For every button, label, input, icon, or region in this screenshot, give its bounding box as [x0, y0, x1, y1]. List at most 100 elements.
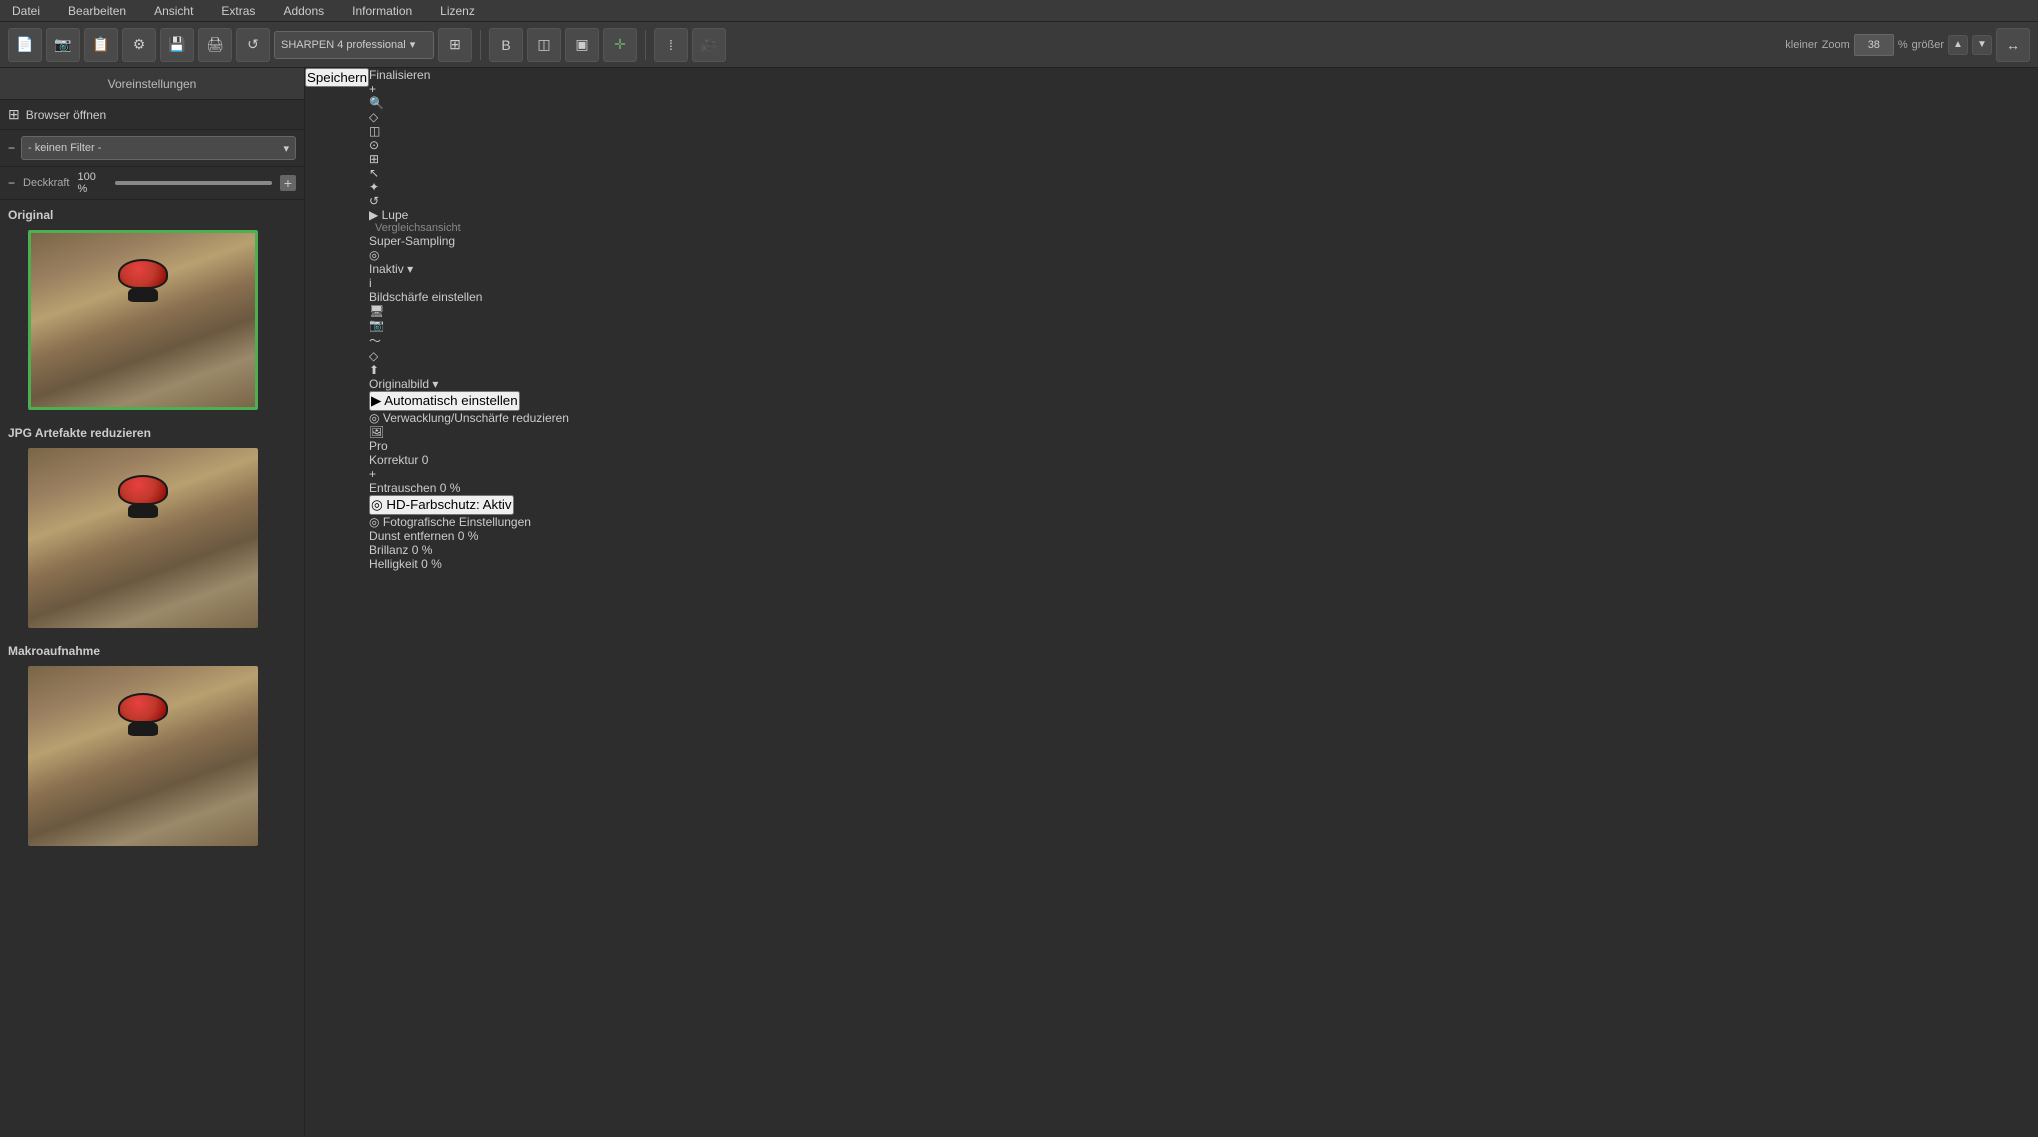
preset-jpg-label: JPG Artefakte reduzieren [8, 426, 296, 440]
super-sampling-info-btn[interactable]: i [369, 276, 569, 290]
minus-icon: − [8, 141, 15, 155]
blur-btn-active[interactable]: 🖼 [369, 425, 569, 439]
minus-opacity-icon: − [8, 176, 15, 190]
view-btn3[interactable]: ▣ [565, 28, 599, 62]
preset-item-jpg: JPG Artefakte reduzieren [8, 426, 296, 628]
zoom-area: kleiner Zoom % größer ▲ ▼ ↔ [1785, 28, 2030, 62]
save-file-btn[interactable]: 💾 [160, 28, 194, 62]
cam-btn[interactable]: 🎥 [692, 28, 726, 62]
copy-btn[interactable]: 📋 [84, 28, 118, 62]
source-label: Originalbild [369, 377, 429, 391]
rt-add-btn[interactable]: + [369, 82, 569, 96]
photo-header: ◎ Fotografische Einstellungen [369, 515, 569, 529]
browser-open-btn[interactable]: Browser öffnen [26, 108, 107, 122]
menu-information[interactable]: Information [348, 2, 416, 20]
menu-datei[interactable]: Datei [8, 2, 44, 20]
entrauschen-value: 0 [440, 481, 447, 495]
sharp-btn-arrow[interactable]: ⬆ [369, 363, 569, 377]
rt-diamond-btn[interactable]: ◇ [369, 110, 569, 124]
open-file-btn[interactable]: 📄 [8, 28, 42, 62]
preset-header: Voreinstellungen [0, 68, 304, 100]
filter-dropdown[interactable]: - keinen Filter - ▾ [21, 136, 296, 160]
entrauschen-label: Entrauschen [369, 481, 436, 495]
sharp-btn-monitor[interactable]: 🖥 [369, 304, 569, 318]
view-btn2[interactable]: ◫ [527, 28, 561, 62]
korrektur-label: Korrektur [369, 453, 418, 467]
separator-2 [645, 30, 646, 60]
refresh-btn[interactable]: ↺ [236, 28, 270, 62]
lupe-section: ▶ Lupe Vergleichsansicht [369, 208, 569, 234]
opacity-slider[interactable] [115, 181, 272, 185]
dots-btn[interactable]: ⁞ [654, 28, 688, 62]
photo-icon: ◎ [369, 515, 379, 529]
zoom-input[interactable] [1854, 34, 1894, 56]
sharp-btn-wave[interactable]: 〜 [369, 332, 569, 349]
helligkeit-slider-row: Helligkeit 0 % [369, 557, 569, 571]
plugin-label: SHARPEN 4 professional [281, 39, 406, 51]
source-dropdown[interactable]: Originalbild ▾ [369, 377, 569, 391]
camera-btn[interactable]: 📷 [46, 28, 80, 62]
canvas-area: Speichern [305, 68, 369, 1137]
dunst-value: 0 [458, 529, 465, 543]
preset-original-label: Original [8, 208, 296, 222]
photo-title: Fotografische Einstellungen [383, 515, 531, 529]
compare-label: Vergleichsansicht [375, 222, 461, 234]
super-sampling-value: Inaktiv [369, 262, 404, 276]
preset-thumbnail-jpg[interactable] [28, 448, 258, 628]
menu-lizenz[interactable]: Lizenz [436, 2, 479, 20]
info-icon: i [369, 276, 372, 290]
korrektur-value: 0 [422, 453, 429, 467]
super-sampling-dropdown[interactable]: Inaktiv ▾ [369, 262, 569, 276]
auto-label: Automatisch einstellen [384, 393, 517, 408]
fit-btn[interactable]: ↔ [1996, 28, 2030, 62]
preset-item-original: Original [8, 208, 296, 410]
auto-sharpen-btn[interactable]: ▶ Automatisch einstellen [369, 391, 520, 411]
save-button[interactable]: Speichern [305, 68, 369, 87]
preset-makro-label: Makroaufnahme [8, 644, 296, 658]
hd-label: HD-Farbschutz: Aktiv [386, 497, 511, 512]
view-btn1[interactable]: B [489, 28, 523, 62]
menu-bearbeiten[interactable]: Bearbeiten [64, 2, 130, 20]
zoom-down-btn[interactable]: ▼ [1972, 35, 1992, 55]
lupe-collapse-icon[interactable]: ▶ [369, 208, 378, 222]
plugin-dropdown[interactable]: SHARPEN 4 professional ▾ [274, 31, 434, 59]
brillanz-slider-row: Brillanz 0 % [369, 543, 569, 557]
menu-extras[interactable]: Extras [217, 2, 259, 20]
add-preset-btn[interactable]: + [280, 175, 296, 191]
opacity-slider-fill [115, 181, 272, 185]
rt-zoom-btn[interactable]: 🔍 [369, 96, 569, 110]
rt-compare-btn[interactable]: ◫ [369, 124, 569, 138]
sharpness-buttons: 🖥 📷 〜 ◇ ⬆ [369, 304, 569, 377]
menu-ansicht[interactable]: Ansicht [150, 2, 197, 20]
preset-thumbnail-original[interactable] [28, 230, 258, 410]
crosshair-btn[interactable]: ✛ [603, 28, 637, 62]
korrektur-plus-btn[interactable]: + [369, 467, 569, 481]
dunst-slider-row: Dunst entfernen 0 % [369, 529, 569, 543]
auto-icon: ▶ [371, 393, 381, 408]
rt-circle-btn[interactable]: ⊙ [369, 138, 569, 152]
super-sampling-chevron-icon: ▾ [407, 262, 413, 276]
grid-icon: ⊞ [8, 106, 20, 123]
settings-btn[interactable]: ⚙ [122, 28, 156, 62]
super-sampling-row: ◎ Inaktiv ▾ i [369, 248, 569, 290]
save-label: Speichern [307, 70, 367, 85]
sharp-btn-camera[interactable]: 📷 [369, 318, 569, 332]
zoom-up-btn[interactable]: ▲ [1948, 35, 1968, 55]
print-btn[interactable]: 🖨 [198, 28, 232, 62]
transform-btn[interactable]: ⊞ [438, 28, 472, 62]
sharpness-section: Bildschärfe einstellen 🖥 📷 〜 ◇ ⬆ Origina… [369, 290, 569, 411]
super-sampling-section: Super-Sampling ◎ Inaktiv ▾ i [369, 234, 569, 290]
hd-color-btn[interactable]: ◎ HD-Farbschutz: Aktiv [369, 495, 514, 515]
menu-addons[interactable]: Addons [279, 2, 328, 20]
photo-settings-section: ◎ Fotografische Einstellungen Dunst entf… [369, 515, 569, 571]
menu-bar: Datei Bearbeiten Ansicht Extras Addons I… [0, 0, 2038, 22]
preset-thumbnail-makro[interactable] [28, 666, 258, 846]
sharp-btn-diamond[interactable]: ◇ [369, 349, 569, 363]
rt-refresh-btn[interactable]: ↺ [369, 194, 569, 208]
rt-grid-btn[interactable]: ⊞ [369, 152, 569, 166]
rt-cursor-btn[interactable]: ↖ [369, 166, 569, 180]
toolbar: 📄 📷 📋 ⚙ 💾 🖨 ↺ SHARPEN 4 professional ▾ ⊞… [0, 22, 2038, 68]
right-toolbar: + 🔍 ◇ ◫ ⊙ ⊞ ↖ ✦ ↺ [369, 82, 569, 208]
helligkeit-label: Helligkeit [369, 557, 418, 571]
rt-wand-btn[interactable]: ✦ [369, 180, 569, 194]
